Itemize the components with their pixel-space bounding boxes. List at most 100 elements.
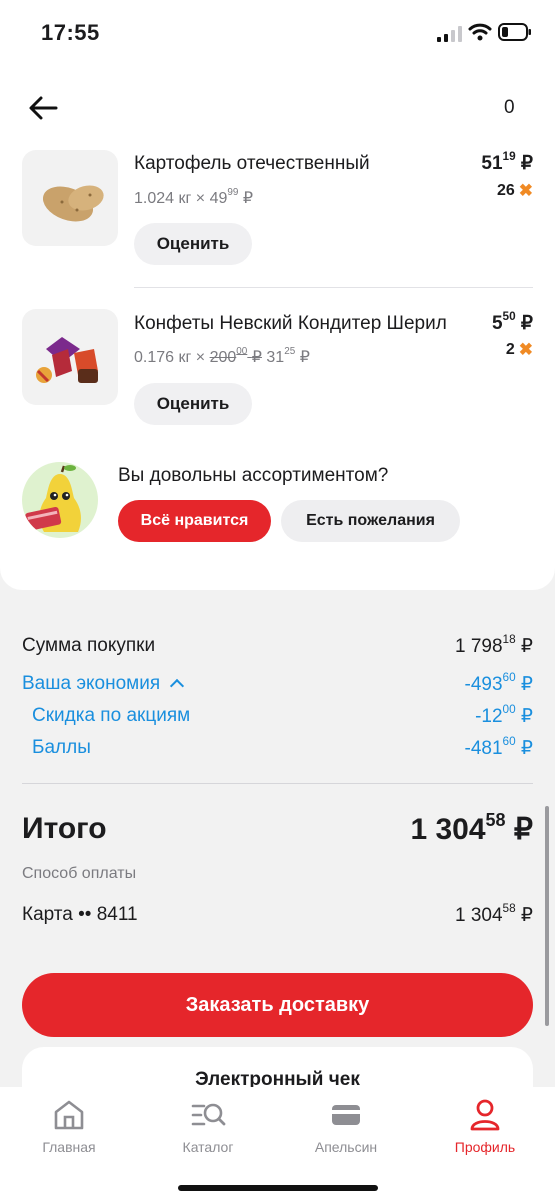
savings-toggle[interactable]: Ваша экономия [22, 673, 185, 695]
currency: ₽ [520, 674, 533, 695]
purchase-sum-row: Сумма покупки 1 79818 ₽ [22, 633, 533, 661]
currency: ₽ [520, 706, 533, 727]
wishes-button[interactable]: Есть пожелания [281, 500, 460, 542]
unit-price-cents: 25 [284, 345, 296, 357]
item-price: 5119 ₽ [481, 150, 533, 175]
currency: ₽ [520, 313, 533, 334]
old-unit-price: 20000 ₽ [209, 345, 262, 366]
value-main: -12 [475, 706, 503, 727]
tab-home[interactable]: Главная [14, 1097, 124, 1167]
old-price-main: 200 [209, 349, 237, 366]
item-points: 26 ✖ [497, 181, 533, 201]
tab-catalog[interactable]: Каталог [153, 1097, 263, 1167]
points-icon: ✖ [518, 181, 533, 200]
card-amount: 1 30458 ₽ [454, 902, 533, 927]
times-sign: × [195, 190, 206, 207]
cellular-signal-icon [437, 26, 462, 42]
profile-icon [470, 1099, 500, 1131]
value-main: 1 798 [454, 636, 503, 657]
divider [134, 287, 533, 288]
tab-profile[interactable]: Профиль [430, 1097, 540, 1167]
purchase-sum-value: 1 79818 ₽ [454, 633, 533, 658]
back-arrow-icon[interactable] [28, 94, 58, 122]
tab-label: Каталог [182, 1139, 234, 1155]
total-main: 1 304 [410, 813, 486, 846]
currency: ₽ [513, 813, 533, 846]
savings-value: -49360 ₽ [464, 671, 534, 696]
tab-label: Главная [42, 1139, 96, 1155]
currency: ₽ [251, 349, 262, 366]
status-bar: 17:55 [0, 0, 555, 64]
product-qty: 1.024 кг × 4999 ₽ [134, 186, 254, 208]
times-sign: × [195, 349, 206, 366]
points-value: 26 [496, 182, 515, 199]
scrollbar[interactable] [545, 806, 549, 1026]
card-label: Карта •• 8411 [22, 904, 138, 925]
chevron-up-icon [170, 678, 185, 694]
currency: ₽ [520, 905, 533, 926]
old-price-cents: 00 [236, 345, 248, 357]
battery-icon [498, 23, 531, 41]
currency: ₽ [520, 636, 533, 657]
savings-label: Ваша экономия [22, 673, 161, 694]
wifi-icon [468, 23, 492, 41]
item-points: 2 ✖ [506, 340, 533, 360]
value-main: -493 [464, 674, 503, 695]
rate-button[interactable]: Оценить [134, 383, 252, 425]
catalog-search-icon [191, 1103, 226, 1126]
home-indicator[interactable] [178, 1185, 378, 1191]
header [0, 64, 555, 146]
points-value: 2 [505, 341, 515, 358]
purchase-sum-label: Сумма покупки [22, 635, 156, 656]
home-icon [54, 1100, 84, 1130]
points-icon: ✖ [518, 340, 533, 359]
card-row: Карта •• 8411 1 30458 ₽ [22, 902, 533, 930]
value-main: -481 [464, 738, 503, 759]
divider [22, 783, 533, 784]
total-cents: 58 [485, 810, 506, 831]
total-value: 1 30458 ₽ [410, 810, 533, 847]
currency: ₽ [520, 153, 533, 174]
rate-button[interactable]: Оценить [134, 223, 252, 265]
value-cents: 60 [502, 735, 516, 749]
currency: ₽ [299, 349, 310, 366]
tab-bar: Главная Каталог Апельсин Профиль [0, 1087, 555, 1200]
survey-question: Вы довольны ассортиментом? [118, 465, 389, 486]
price-cents: 50 [502, 310, 516, 324]
promo-discount-row: Скидка по акциям -1200 ₽ [22, 703, 533, 731]
potato-icon [42, 185, 104, 222]
promo-discount-value: -1200 ₽ [475, 703, 533, 728]
tab-label: Апельсин [314, 1139, 378, 1155]
candy-icon [36, 337, 98, 383]
value-cents: 00 [502, 703, 516, 717]
product-qty: 0.176 кг × 20000 ₽ 3125 ₽ [134, 345, 310, 367]
tab-apelsin[interactable]: Апельсин [291, 1097, 401, 1167]
savings-row[interactable]: Ваша экономия -49360 ₽ [22, 671, 534, 699]
points-discount-value: -48160 ₽ [464, 735, 534, 760]
points-label: Баллы [32, 737, 91, 758]
qty-value: 1.024 кг [134, 190, 192, 207]
unit-price-cents: 99 [227, 186, 239, 198]
qty-value: 0.176 кг [134, 349, 192, 366]
order-delivery-button[interactable]: Заказать доставку [22, 973, 533, 1037]
unit-price: 31 [266, 349, 285, 366]
value-main: 1 304 [454, 905, 503, 926]
cart-count[interactable]: 0 [504, 97, 515, 119]
mascot-avatar [22, 462, 98, 538]
currency: ₽ [242, 190, 254, 207]
tab-label: Профиль [454, 1139, 516, 1155]
total-label: Итого [22, 812, 107, 845]
pear-mascot-icon [25, 465, 81, 532]
status-time: 17:55 [41, 20, 100, 45]
card-icon [332, 1105, 360, 1125]
like-assortment-button[interactable]: Всё нравится [118, 500, 271, 542]
payment-method-label: Способ оплаты [22, 865, 137, 882]
promo-discount-label: Скидка по акциям [32, 705, 191, 726]
product-image-potato [22, 150, 118, 246]
product-name: Конфеты Невский Кондитер Шерил [134, 313, 447, 334]
product-name: Картофель отечественный [134, 153, 370, 174]
price-main: 5 [491, 313, 503, 334]
value-cents: 18 [502, 633, 516, 647]
value-cents: 60 [502, 671, 516, 685]
points-row: Баллы -48160 ₽ [22, 735, 534, 763]
